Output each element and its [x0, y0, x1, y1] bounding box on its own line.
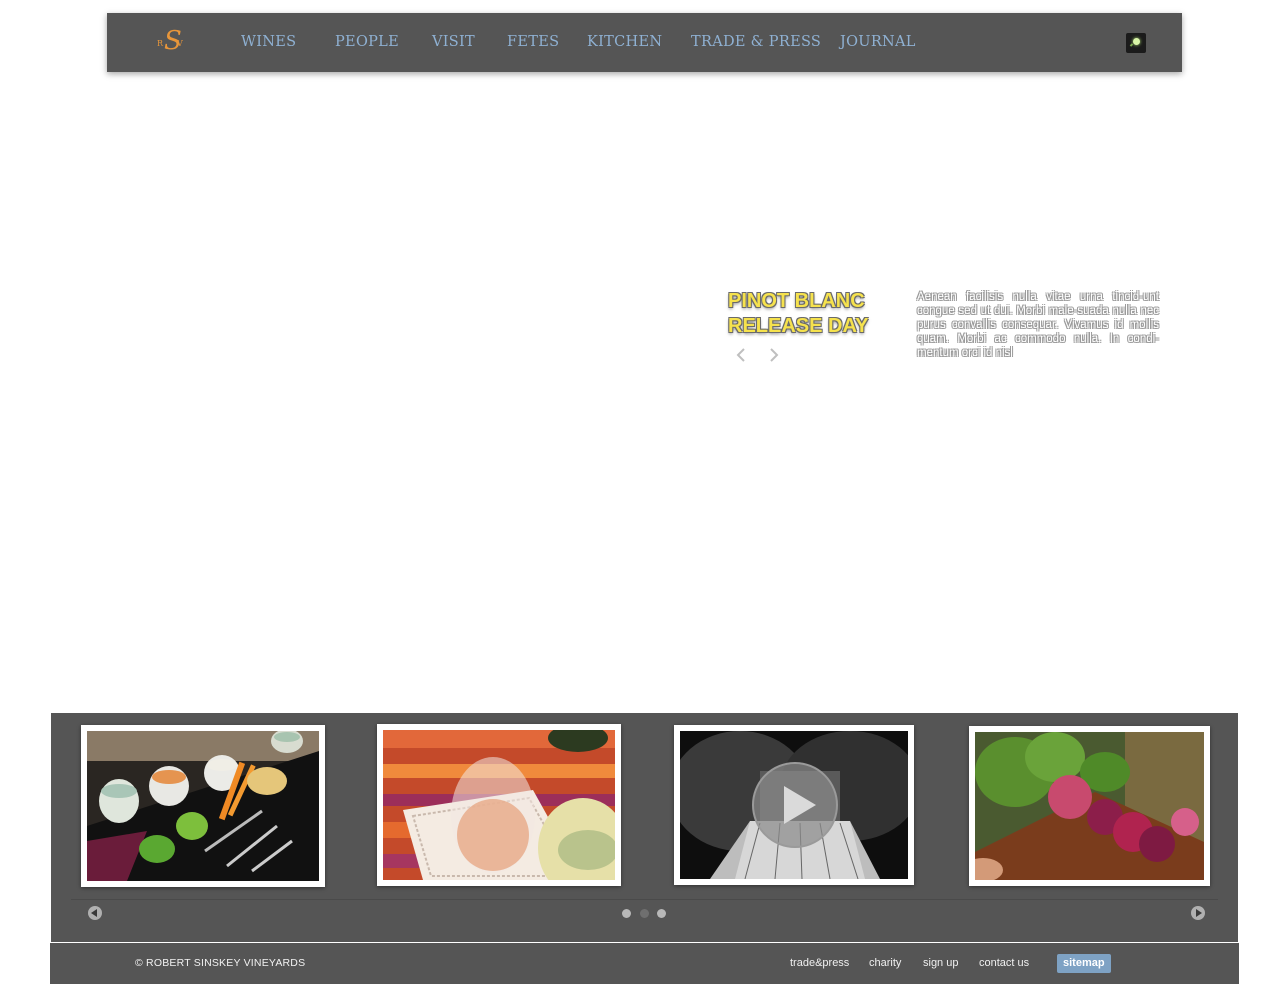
- footer: © ROBERT SINSKEY VINEYARDS trade&press c…: [50, 943, 1239, 984]
- search-button[interactable]: [1126, 33, 1146, 53]
- carousel-next-button[interactable]: [1191, 906, 1205, 920]
- rsv-logo[interactable]: R S V: [155, 23, 187, 63]
- hero-title-line2: RELEASE DAY: [728, 315, 869, 337]
- footer-link-trade-press[interactable]: trade&press: [790, 943, 849, 984]
- carousel-page-dot[interactable]: [657, 909, 666, 918]
- search-icon: [1133, 38, 1140, 45]
- wine-video-image: [680, 731, 908, 879]
- thumbnail-carousel: [51, 713, 1238, 942]
- top-navigation-bar: R S V WINES PEOPLE VISIT FETES KITCHEN T…: [107, 13, 1182, 72]
- nav-kitchen[interactable]: KITCHEN: [587, 13, 662, 72]
- carousel-divider: [71, 899, 1218, 900]
- logo-letter-v: V: [177, 39, 183, 48]
- appetizer-image: [87, 731, 319, 881]
- logo-letter-r: R: [157, 39, 164, 48]
- hero-title-line1: PINOT BLANC: [728, 290, 865, 312]
- play-icon: [752, 762, 838, 848]
- radishes-image: [975, 732, 1204, 880]
- carousel-page-dot[interactable]: [622, 909, 631, 918]
- copyright-text: © ROBERT SINSKEY VINEYARDS: [135, 957, 306, 969]
- footer-link-contact-us[interactable]: contact us: [979, 943, 1029, 984]
- nav-trade-press[interactable]: TRADE & PRESS: [691, 13, 821, 72]
- sitemap-button[interactable]: sitemap: [1057, 954, 1111, 973]
- carousel-prev-button[interactable]: [88, 906, 102, 920]
- nav-wines[interactable]: WINES: [241, 13, 296, 72]
- nav-visit[interactable]: VISIT: [432, 13, 475, 72]
- footer-link-sign-up[interactable]: sign up: [923, 943, 958, 984]
- hero-title: PINOT BLANC RELEASE DAY: [728, 289, 898, 339]
- hero-next-button[interactable]: [764, 347, 784, 369]
- nav-people[interactable]: PEOPLE: [335, 13, 399, 72]
- thumbnail-rose-wine[interactable]: [377, 724, 621, 886]
- thumbnail-radishes[interactable]: [969, 726, 1210, 886]
- chevron-left-icon: [736, 348, 745, 362]
- footer-link-charity[interactable]: charity: [869, 943, 901, 984]
- hero-description: Aenean facilisis nulla vitae urna tincid…: [917, 291, 1159, 359]
- thumbnail-appetizers[interactable]: [81, 725, 325, 887]
- carousel-page-dot-active[interactable]: [640, 909, 649, 918]
- hero-prev-button[interactable]: [731, 347, 751, 369]
- chevron-right-icon: [770, 348, 779, 362]
- rose-wine-image: [383, 730, 615, 880]
- nav-journal[interactable]: JOURNAL: [840, 13, 916, 72]
- nav-fetes[interactable]: FETES: [507, 13, 559, 72]
- thumbnail-wine-video[interactable]: [674, 725, 914, 885]
